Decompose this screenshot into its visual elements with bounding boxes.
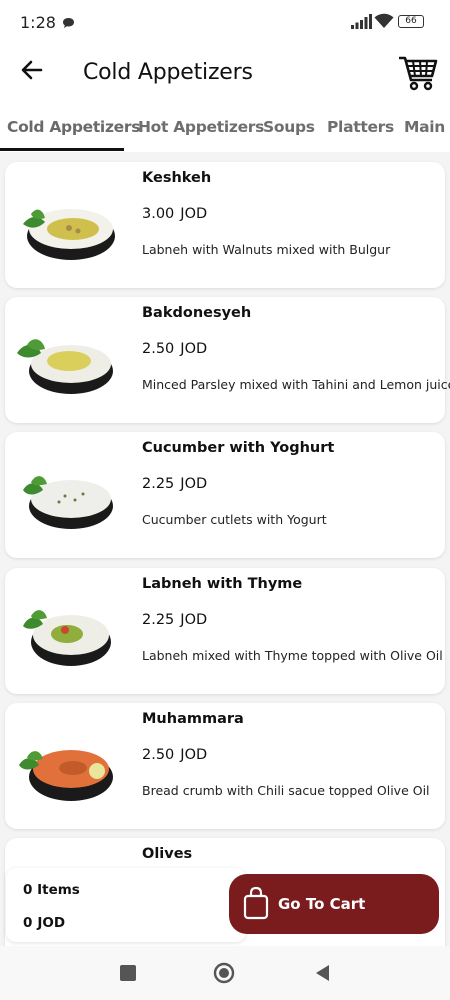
product-price: 2.25 JOD <box>142 612 208 628</box>
cart-total: 0 JOD <box>23 915 66 931</box>
status-bar: 1:28 66 <box>0 0 450 44</box>
product-price: 2.50 JOD <box>142 341 208 357</box>
signal-icon <box>350 14 372 34</box>
items-count: 0 Items <box>23 882 80 898</box>
status-time: 1:28 <box>20 13 56 32</box>
product-list[interactable]: Keshkeh 3.00 JOD Labneh with Walnuts mixe… <box>0 152 450 946</box>
tab-hot-appetizers[interactable]: Hot Appetizers <box>138 118 264 136</box>
product-image <box>15 319 121 403</box>
product-name: Cucumber with Yoghurt <box>142 440 335 456</box>
app-header: Cold Appetizers <box>0 44 450 102</box>
home-button[interactable] <box>213 962 235 984</box>
product-image <box>15 590 121 674</box>
tab-cold-appetizers[interactable]: Cold Appetizers <box>7 118 140 136</box>
product-image <box>15 184 121 268</box>
tab-platters[interactable]: Platters <box>327 118 394 136</box>
product-price: 3.00 JOD <box>142 206 208 222</box>
wifi-icon <box>374 13 394 34</box>
product-card[interactable]: Muhammara 2.50 JOD Bread crumb with Chili… <box>5 703 445 829</box>
product-description: Labneh with Walnuts mixed with Bulgur <box>142 242 391 257</box>
category-tabs: Cold Appetizers Hot Appetizers Soups Pla… <box>0 102 450 152</box>
product-description: Minced Parsley mixed with Tahini and Lem… <box>142 377 450 392</box>
cart-summary-panel: 0 Items 0 JOD <box>6 868 246 942</box>
product-name: Keshkeh <box>142 170 212 186</box>
battery-level: 66 <box>405 16 417 26</box>
triangle-back-icon <box>316 965 329 981</box>
product-card[interactable]: Labneh with Thyme 2.25 JOD Labneh mixed w… <box>5 568 445 694</box>
back-button[interactable] <box>16 54 48 86</box>
page-title: Cold Appetizers <box>83 60 253 85</box>
product-description: Bread crumb with Chili sacue topped Oliv… <box>142 783 430 798</box>
tab-main-courses[interactable]: Main C <box>404 118 450 136</box>
product-description: Labneh mixed with Thyme topped with Oliv… <box>142 648 443 663</box>
product-description: Cucumber cutlets with Yogurt <box>142 512 327 527</box>
product-price: 2.25 JOD <box>142 476 208 492</box>
cart-button[interactable] <box>396 50 440 94</box>
dish-topping <box>47 218 99 240</box>
product-card[interactable]: Bakdonesyeh 2.50 JOD Minced Parsley mixed… <box>5 297 450 423</box>
shopping-cart-icon <box>399 56 438 91</box>
product-name: Muhammara <box>142 711 244 727</box>
square-icon <box>120 965 136 981</box>
product-image <box>15 454 121 538</box>
active-tab-indicator <box>0 148 124 151</box>
recents-button[interactable] <box>117 962 139 984</box>
system-nav-bar <box>0 946 450 1000</box>
shopping-bag-icon <box>243 886 269 925</box>
circle-icon <box>213 962 235 984</box>
go-to-cart-label: Go To Cart <box>278 895 366 913</box>
product-image <box>15 725 121 809</box>
product-price: 2.50 JOD <box>142 747 208 763</box>
product-name: Olives <box>142 846 193 862</box>
go-to-cart-button[interactable]: Go To Cart <box>229 874 439 934</box>
tab-soups[interactable]: Soups <box>263 118 315 136</box>
arrow-left-icon <box>21 60 43 80</box>
cart-summary: 0 Items 0 JOD Go To Cart <box>0 866 450 946</box>
product-card[interactable]: Cucumber with Yoghurt 2.25 JOD Cucumber c… <box>5 432 445 558</box>
product-name: Labneh with Thyme <box>142 576 303 592</box>
product-card[interactable]: Keshkeh 3.00 JOD Labneh with Walnuts mixe… <box>5 162 445 288</box>
message-icon <box>62 16 75 34</box>
product-name: Bakdonesyeh <box>142 305 252 321</box>
battery-icon: 66 <box>398 15 424 28</box>
back-nav-button[interactable] <box>312 962 334 984</box>
